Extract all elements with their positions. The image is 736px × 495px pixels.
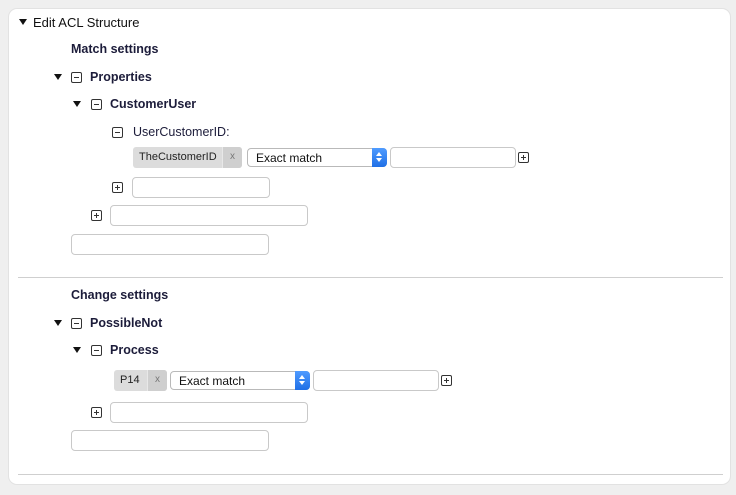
add-property-icon[interactable] <box>91 210 102 221</box>
customer-id-value-input[interactable] <box>390 147 516 168</box>
match-settings-heading: Match settings <box>71 42 159 56</box>
new-possiblenot-field-input[interactable] <box>110 402 308 423</box>
process-label: Process <box>110 343 159 357</box>
new-customeruser-field-input[interactable] <box>132 177 270 198</box>
customer-id-tag: TheCustomerID x <box>133 147 242 168</box>
process-match-type-select[interactable]: Exact match <box>170 371 310 390</box>
section-divider <box>18 277 723 278</box>
collapse-usercustomerid-icon[interactable] <box>112 127 123 138</box>
collapse-process-icon[interactable] <box>91 345 102 356</box>
select-arrows-icon <box>295 371 310 390</box>
expand-possiblenot-icon[interactable] <box>54 320 62 326</box>
collapse-properties-icon[interactable] <box>71 72 82 83</box>
new-change-section-input[interactable] <box>71 430 269 451</box>
add-possiblenot-field-icon[interactable] <box>91 407 102 418</box>
customeruser-label: CustomerUser <box>110 97 197 111</box>
possiblenot-label: PossibleNot <box>90 316 163 330</box>
process-value-input[interactable] <box>313 370 439 391</box>
expand-customeruser-icon[interactable] <box>73 101 81 107</box>
remove-tag-icon[interactable]: x <box>222 147 242 168</box>
usercustomerid-label: UserCustomerID: <box>133 125 230 139</box>
panel-title: Edit ACL Structure <box>33 15 140 30</box>
bottom-divider <box>18 474 723 475</box>
collapse-possiblenot-icon[interactable] <box>71 318 82 329</box>
properties-label: Properties <box>90 70 152 84</box>
new-match-section-input[interactable] <box>71 234 269 255</box>
expand-properties-icon[interactable] <box>54 74 62 80</box>
match-type-select[interactable]: Exact match <box>247 148 387 167</box>
process-tag: P14 x <box>114 370 167 391</box>
add-customeruser-field-icon[interactable] <box>112 182 123 193</box>
customer-id-tag-label: TheCustomerID <box>139 151 217 163</box>
add-process-value-icon[interactable] <box>441 375 452 386</box>
process-tag-label: P14 <box>120 374 140 386</box>
expand-triangle-icon[interactable] <box>19 19 27 25</box>
new-property-input[interactable] <box>110 205 308 226</box>
expand-process-icon[interactable] <box>73 347 81 353</box>
collapse-customeruser-icon[interactable] <box>91 99 102 110</box>
add-value-icon[interactable] <box>518 152 529 163</box>
select-arrows-icon <box>372 148 387 167</box>
change-settings-heading: Change settings <box>71 288 169 302</box>
remove-tag-icon[interactable]: x <box>147 370 167 391</box>
